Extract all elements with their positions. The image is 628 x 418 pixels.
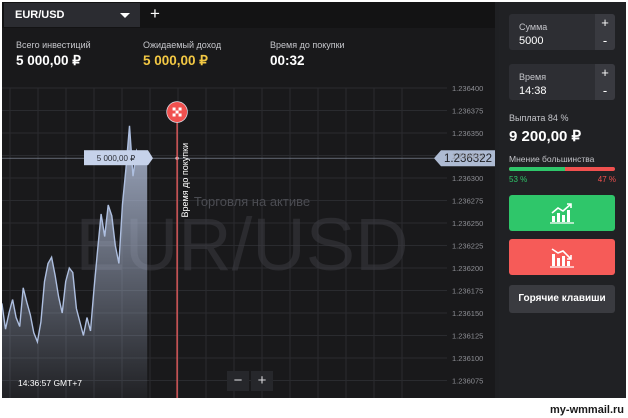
y-tick-label: 1.236325 [452, 152, 483, 161]
time-plus-button[interactable]: + [595, 64, 615, 82]
flag-cell [175, 110, 179, 114]
time-label: Время [519, 72, 547, 82]
flag-cell [178, 113, 182, 117]
y-tick-label: 1.236375 [452, 107, 483, 116]
amount-label: Сумма [519, 22, 548, 32]
y-tick-label: 1.236300 [452, 174, 483, 183]
y-tick-label: 1.236400 [452, 84, 483, 93]
flag-cell [172, 107, 176, 111]
site-watermark: my-wmmail.ru [550, 404, 624, 416]
flag-cell [178, 107, 182, 111]
flag-cell [172, 113, 176, 117]
add-tab-button[interactable]: + [142, 3, 168, 27]
amount-field[interactable]: Сумма 5000 + - [509, 14, 615, 50]
purchase-time-label: Время до покупки [180, 143, 190, 218]
y-tick-label: 1.236275 [452, 197, 483, 206]
time-to-purchase-label: Время до покупки [270, 40, 345, 50]
y-tick-label: 1.236225 [452, 242, 483, 251]
y-tick-label: 1.236125 [452, 332, 483, 341]
time-to-purchase-value: 00:32 [270, 53, 305, 68]
time-to-purchase: Время до покупки 00:32 [270, 40, 345, 68]
total-investment: Всего инвестиций 5 000,00 ₽ [16, 40, 91, 69]
order-label-text: 5 000,00 ₽ [97, 154, 135, 163]
time-minus-button[interactable]: - [595, 82, 615, 100]
sell-down-button[interactable] [509, 239, 615, 275]
buy-up-button[interactable] [509, 195, 615, 231]
amount-value[interactable]: 5000 [519, 35, 543, 47]
tab-eur-usd[interactable]: EUR/USD [4, 3, 140, 27]
amount-minus-button[interactable]: - [595, 32, 615, 50]
majority-label: Мнение большинства [509, 154, 595, 164]
time-value[interactable]: 14:38 [519, 85, 547, 97]
expected-income-label: Ожидаемый доход [143, 40, 222, 50]
amount-plus-button[interactable]: + [595, 14, 615, 32]
time-field[interactable]: Время 14:38 + - [509, 64, 615, 100]
tab-bar: EUR/USD + [2, 2, 495, 28]
y-tick-label: 1.236200 [452, 264, 483, 273]
y-tick-label: 1.236075 [452, 377, 483, 386]
chevron-down-icon[interactable] [120, 13, 130, 18]
chart-clock: 14:36:57 GMT+7 [18, 378, 82, 388]
zoom-out-button[interactable]: − [227, 371, 249, 391]
chart-area: EUR/USD Торговля на активе :32Время до п… [2, 2, 495, 398]
trend-down-icon [550, 248, 574, 268]
majority-up-fill [509, 167, 566, 171]
y-tick-label: 1.236250 [452, 219, 483, 228]
payout-label: Выплата 84 % [509, 113, 569, 123]
y-tick-label: 1.236350 [452, 129, 483, 138]
hotkeys-button[interactable]: Горячие клавиши [509, 285, 615, 313]
trading-app: EUR/USD Торговля на активе :32Время до п… [2, 2, 626, 398]
majority-up-percent: 53 % [509, 175, 528, 184]
total-investment-label: Всего инвестиций [16, 40, 91, 50]
expected-income: Ожидаемый доход 5 000,00 ₽ [143, 40, 221, 69]
y-tick-label: 1.236175 [452, 287, 483, 296]
payout-value: 9 200,00 ₽ [509, 128, 582, 145]
tab-label: EUR/USD [15, 9, 65, 21]
trend-up-icon [550, 203, 574, 224]
majority-bar [509, 167, 615, 171]
trade-panel: Сумма 5000 + - Время 14:38 + - Выплата 8… [499, 2, 626, 398]
total-investment-value: 5 000,00 ₽ [16, 53, 81, 68]
zoom-in-button[interactable]: + [251, 371, 273, 391]
y-tick-label: 1.236150 [452, 309, 483, 318]
majority-down-percent: 47 % [597, 175, 616, 184]
expected-income-value: 5 000,00 ₽ [143, 53, 208, 68]
y-tick-label: 1.236100 [452, 354, 483, 363]
chart-subtitle: Торговля на активе [194, 194, 310, 209]
